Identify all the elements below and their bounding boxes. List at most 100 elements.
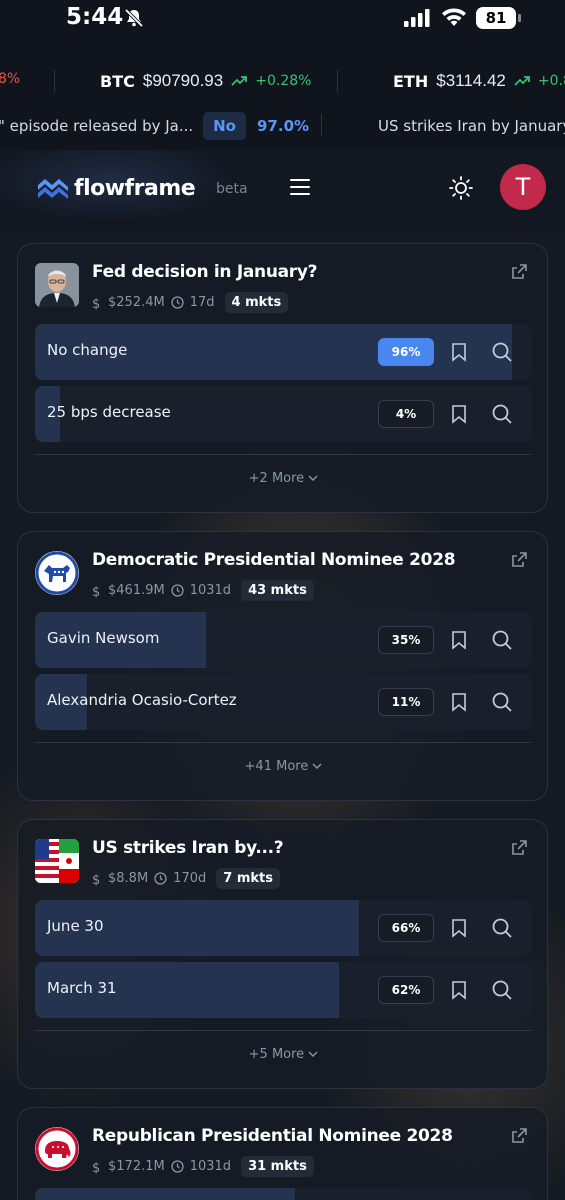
outcome-label: March 31: [47, 979, 117, 997]
external-link-icon[interactable]: [509, 262, 529, 282]
dollar-icon: $: [92, 1161, 100, 1174]
market-card[interactable]: Republican Presidential Nominee 2028 $ $…: [17, 1107, 548, 1200]
wave-logo-icon: [38, 178, 68, 199]
market-title[interactable]: US strikes Iran by...?: [92, 838, 284, 858]
ticker-price: $90790.93: [142, 71, 224, 90]
show-more-label: +2 More: [248, 471, 305, 486]
outcome-row[interactable]: [35, 1188, 532, 1200]
dollar-icon: $: [92, 873, 100, 886]
market-meta: $ $461.9M 1031d 43 mkts: [92, 580, 314, 601]
search-icon[interactable]: [491, 403, 513, 425]
outcome-row[interactable]: March 31 62%: [35, 962, 532, 1018]
price-ticker[interactable]: 8% BTC $90790.93 +0.28% ETH $3114.42 +0.…: [0, 62, 565, 100]
card-divider: [35, 454, 532, 455]
market-ticker[interactable]: " episode released by Ja... No 97.0% US …: [0, 108, 565, 146]
ticker-symbol: ETH: [393, 71, 429, 91]
search-icon[interactable]: [491, 917, 513, 939]
ticker-separator: [321, 114, 322, 136]
outcome-pct-badge[interactable]: 96%: [378, 338, 434, 366]
beta-badge: beta: [216, 181, 248, 197]
clock-icon: [171, 1160, 184, 1173]
card-divider: [35, 742, 532, 743]
ticker-separator: [337, 70, 338, 92]
bookmark-icon[interactable]: [451, 692, 467, 712]
ticker-market-title[interactable]: US strikes Iran by January: [378, 117, 565, 135]
outcome-row[interactable]: Gavin Newsom 35%: [35, 612, 532, 668]
ticker-change: +0.28%: [255, 73, 312, 89]
search-icon[interactable]: [491, 979, 513, 1001]
market-title[interactable]: Democratic Presidential Nominee 2028: [92, 550, 456, 570]
ticker-item-eth[interactable]: ETH $3114.42 +0.8: [393, 71, 565, 91]
show-more-label: +41 More: [244, 759, 309, 774]
market-days-left: 1031d: [189, 1159, 232, 1174]
external-link-icon[interactable]: [509, 1126, 529, 1146]
bookmark-icon[interactable]: [451, 404, 467, 424]
outcome-row[interactable]: Alexandria Ocasio-Cortez 11%: [35, 674, 532, 730]
bookmark-icon[interactable]: [451, 980, 467, 1000]
svg-text:$: $: [92, 873, 100, 886]
show-more-button[interactable]: +2 More: [18, 471, 549, 486]
market-meta: $ $252.4M 17d 4 mkts: [92, 292, 289, 313]
wifi-icon: [442, 8, 466, 26]
market-volume: $461.9M: [108, 583, 165, 598]
outcome-pct-badge[interactable]: 35%: [378, 626, 434, 654]
market-card[interactable]: US strikes Iran by...? $ $8.8M 170d 7 mk…: [17, 819, 548, 1089]
show-more-button[interactable]: +5 More: [18, 1047, 549, 1062]
ticker-partial-item: 8%: [0, 71, 20, 87]
ticker-answer-badge: No: [203, 112, 246, 140]
market-volume: $252.4M: [108, 295, 165, 310]
outcome-row[interactable]: No change 96%: [35, 324, 532, 380]
markets-count-badge: 7 mkts: [216, 868, 280, 889]
markets-count-badge: 31 mkts: [241, 1156, 314, 1177]
ticker-symbol: BTC: [100, 71, 135, 91]
ticker-price: $3114.42: [436, 71, 506, 90]
market-card[interactable]: Fed decision in January? $ $252.4M 17d 4…: [17, 243, 548, 513]
trend-up-icon: [514, 76, 530, 86]
bookmark-icon[interactable]: [451, 342, 467, 362]
democrat-donkey-logo: [35, 551, 79, 595]
outcome-row[interactable]: 25 bps decrease 4%: [35, 386, 532, 442]
trend-up-icon: [231, 76, 248, 86]
ticker-partial-change: 8%: [0, 71, 21, 87]
external-link-icon[interactable]: [509, 550, 529, 570]
outcome-pct-badge[interactable]: 4%: [378, 400, 434, 428]
outcome-pct-badge[interactable]: 66%: [378, 914, 434, 942]
markets-count-badge: 43 mkts: [241, 580, 314, 601]
chevron-down-icon: [308, 1051, 318, 1057]
market-days-left: 17d: [189, 295, 215, 310]
ticker-item-btc[interactable]: BTC $90790.93 +0.28%: [100, 71, 311, 91]
outcome-pct-badge[interactable]: 11%: [378, 688, 434, 716]
search-icon[interactable]: [491, 629, 513, 651]
clock-icon: [154, 872, 167, 885]
external-link-icon[interactable]: [509, 838, 529, 858]
status-time: 5:44: [66, 4, 124, 30]
ticker-market-pct: 97.0%: [257, 117, 310, 135]
bookmark-icon[interactable]: [451, 918, 467, 938]
clock-icon: [171, 584, 184, 597]
republican-elephant-logo: [35, 1127, 79, 1171]
brand-logo[interactable]: flowframe: [36, 176, 196, 201]
user-avatar[interactable]: T: [500, 164, 546, 210]
market-card[interactable]: Democratic Presidential Nominee 2028 $ $…: [17, 531, 548, 801]
outcome-label: Gavin Newsom: [47, 629, 160, 647]
outcome-row[interactable]: June 30 66%: [35, 900, 532, 956]
bell-muted-icon: [124, 8, 144, 28]
market-volume: $172.1M: [108, 1159, 165, 1174]
market-days-left: 1031d: [189, 583, 232, 598]
ticker-market-title[interactable]: " episode released by Ja...: [0, 117, 193, 135]
market-title[interactable]: Republican Presidential Nominee 2028: [92, 1126, 453, 1146]
hamburger-menu-icon[interactable]: [290, 179, 310, 197]
show-more-button[interactable]: +41 More: [18, 759, 549, 774]
search-icon[interactable]: [491, 341, 513, 363]
battery-indicator: 81: [476, 7, 516, 29]
cellular-signal-icon: [404, 9, 430, 27]
sun-theme-toggle-icon[interactable]: [448, 175, 474, 201]
dollar-icon: $: [92, 585, 100, 598]
market-meta: $ $172.1M 1031d 31 mkts: [92, 1156, 314, 1177]
outcome-pct-badge[interactable]: 62%: [378, 976, 434, 1004]
bookmark-icon[interactable]: [451, 630, 467, 650]
market-title[interactable]: Fed decision in January?: [92, 262, 318, 282]
clock-icon: [171, 296, 184, 309]
us-iran-flags-image: [35, 839, 79, 883]
search-icon[interactable]: [491, 691, 513, 713]
